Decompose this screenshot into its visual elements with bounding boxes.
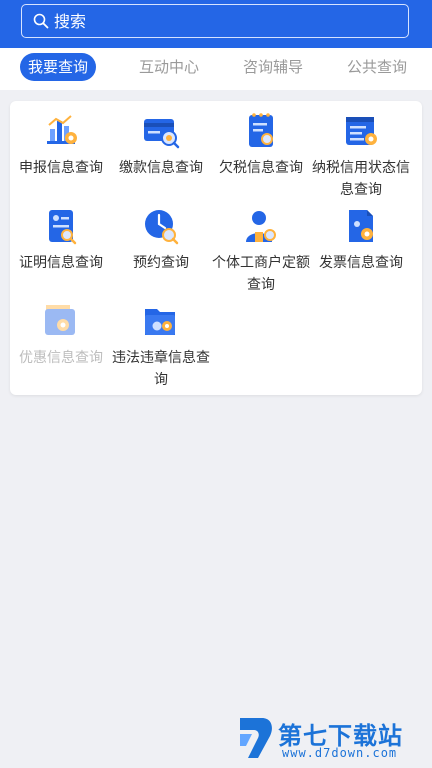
payment-card-search-icon	[144, 119, 180, 149]
grid-item-label: 优惠信息查询	[19, 350, 103, 366]
grid-item-label: 个体工商户定额查询	[212, 255, 310, 293]
merchant-person-icon	[246, 211, 276, 242]
certificate-search-icon	[49, 210, 77, 245]
grid-item-credit-status-query[interactable]: 纳税信用状态信息查询	[311, 111, 411, 201]
invoice-gear-icon	[349, 210, 373, 242]
search-input[interactable]	[54, 11, 354, 31]
category-tabs: 我要查询 互动中心 咨询辅导 公共查询	[0, 48, 432, 90]
grid-item-label: 申报信息查询	[19, 160, 103, 176]
tab-public-query[interactable]: 公共查询	[347, 53, 407, 81]
grid-item-arrears-query[interactable]: 欠税信息查询	[211, 111, 311, 179]
query-grid-card: 申报信息查询 缴款信息查询 欠税信息查询 纳税信用状态信息查询 证明信息查询 预…	[10, 101, 422, 395]
grid-item-violation-query[interactable]: 违法违章信息查询	[111, 301, 211, 391]
search-icon	[33, 13, 49, 29]
grid-item-declaration-query[interactable]: 申报信息查询	[11, 111, 111, 179]
notebook-search-icon	[249, 113, 273, 147]
grid-item-label: 发票信息查询	[319, 255, 403, 271]
grid-item-payment-query[interactable]: 缴款信息查询	[111, 111, 211, 179]
watermark-url: www.d7down.com	[282, 746, 398, 760]
tab-interaction-center[interactable]: 互动中心	[139, 53, 199, 81]
grid-item-preferential-query[interactable]: 优惠信息查询	[11, 301, 111, 369]
watermark: 第七下载站 www.d7down.com	[236, 714, 426, 764]
clock-search-icon	[145, 210, 179, 245]
grid-item-label: 预约查询	[133, 255, 189, 271]
grid-item-merchant-quota-query[interactable]: 个体工商户定额查询	[211, 206, 311, 296]
grid-item-certificate-query[interactable]: 证明信息查询	[11, 206, 111, 274]
grid-item-appointment-query[interactable]: 预约查询	[111, 206, 211, 274]
tab-consulting[interactable]: 咨询辅导	[243, 53, 303, 81]
d7down-logo-icon	[240, 718, 272, 758]
folder-coins-icon	[145, 309, 175, 335]
grid-item-label: 欠税信息查询	[219, 160, 303, 176]
top-bar	[0, 0, 432, 48]
grid-item-label: 纳税信用状态信息查询	[312, 160, 410, 198]
grid-item-invoice-query[interactable]: 发票信息查询	[311, 206, 411, 274]
chart-doc-icon	[47, 115, 77, 144]
grid-item-label: 证明信息查询	[19, 255, 103, 271]
grid-item-label: 违法违章信息查询	[112, 350, 210, 388]
grid-item-label: 缴款信息查询	[119, 160, 203, 176]
credit-list-icon	[346, 117, 377, 145]
folder-gear-icon	[45, 305, 75, 335]
search-bar[interactable]	[21, 4, 409, 38]
tab-my-query[interactable]: 我要查询	[20, 53, 97, 81]
